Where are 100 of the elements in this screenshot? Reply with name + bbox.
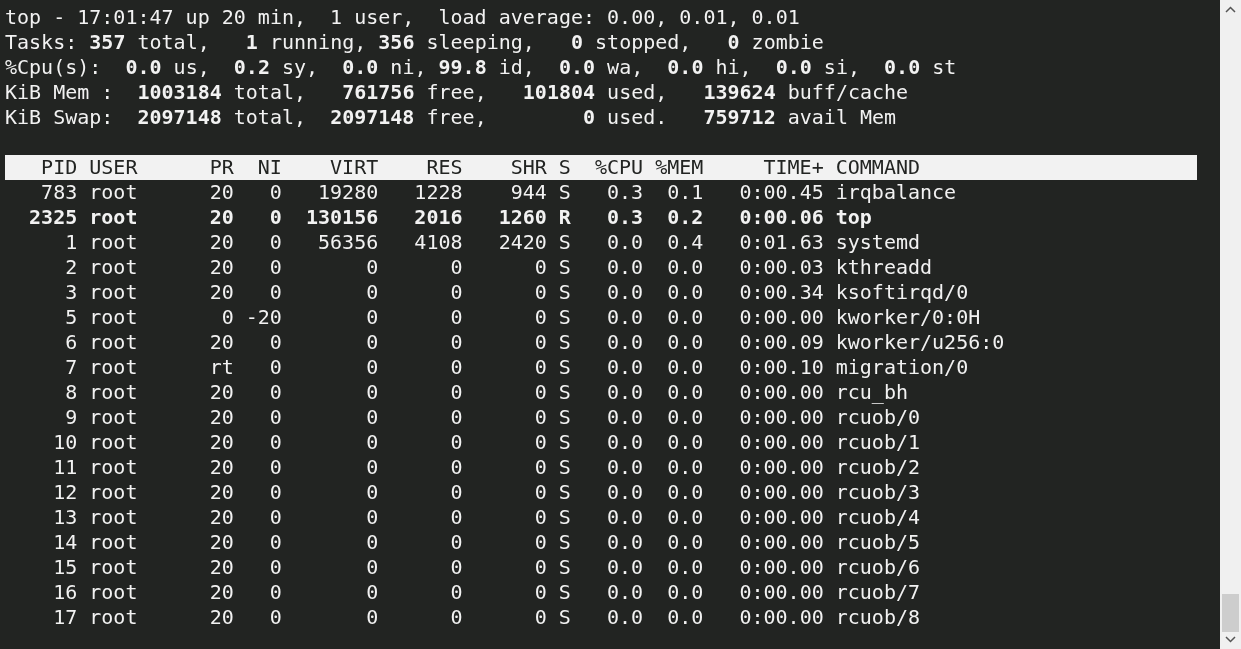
column-header: NI	[256, 155, 282, 180]
table-cell-text: S	[557, 355, 571, 380]
table-cell-text: 0.0	[606, 505, 644, 530]
table-cell-text: 0	[365, 430, 379, 455]
summary-line: %Cpu(s): 0.0 us, 0.2 sy, 0.0 ni, 99.8 id, 0.0 wa, 0.0 hi, 0.0 si, 0.0 st	[5, 55, 957, 79]
table-cell-text: 6	[64, 330, 78, 355]
table-cell-text: 0.0	[606, 405, 644, 430]
table-cell-text: 0	[268, 330, 282, 355]
table-cell-text: S	[557, 605, 571, 630]
table-cell-text: 0	[365, 530, 379, 555]
table-cell-text: 0:01.63	[738, 230, 824, 255]
table-cell-text: root	[88, 555, 139, 580]
table-cell-text: 0	[268, 205, 282, 230]
table-cell-text: 0	[449, 330, 463, 355]
scrollbar-track[interactable]	[1220, 0, 1241, 649]
table-cell-text: 2325	[28, 205, 78, 230]
summary-line: Tasks: 357 total, 1 running, 356 sleeping, 0 stopped, 0 zombie	[5, 30, 824, 54]
table-cell-text: 0	[449, 255, 463, 280]
table-cell-text: S	[557, 505, 571, 530]
table-cell-text: 0	[268, 405, 282, 430]
table-cell-text: S	[557, 430, 571, 455]
column-header: PID	[40, 155, 78, 180]
table-cell-text: 20	[208, 430, 234, 455]
table-cell-text: 20	[208, 605, 234, 630]
table-cell-text: 0:00.00	[738, 580, 824, 605]
table-cell-text: 0	[365, 480, 379, 505]
table-cell-text: 0	[533, 580, 547, 605]
table-cell-text: root	[88, 530, 139, 555]
table-cell-text: 0	[268, 455, 282, 480]
table-cell-text: 0.0	[606, 580, 644, 605]
table-cell-text: 0:00.03	[738, 255, 824, 280]
table-cell-text: 0	[268, 230, 282, 255]
table-cell-text: 0.0	[606, 280, 644, 305]
table-cell-text: 20	[208, 230, 234, 255]
table-cell-text: 0.0	[666, 605, 704, 630]
table-cell-text: S	[557, 305, 571, 330]
table-cell-text: 0	[365, 330, 379, 355]
table-cell-text: kworker/u256:0	[834, 330, 1005, 355]
table-cell-text: 7	[64, 355, 78, 380]
table-cell-text: rcuob/4	[834, 505, 921, 530]
table-cell-text: rcu_bh	[834, 380, 908, 405]
table-cell-text: 0:00.00	[738, 555, 824, 580]
table-cell-text: 0:00.00	[738, 430, 824, 455]
table-cell-text: 2016	[413, 205, 463, 230]
column-header: %MEM	[654, 155, 704, 180]
table-cell-text: 0	[220, 305, 234, 330]
table-cell-text: 0	[533, 455, 547, 480]
table-cell-text: root	[88, 205, 139, 230]
table-cell-text: 0	[268, 555, 282, 580]
table-cell-text: 8	[64, 380, 78, 405]
table-cell-text: 0	[449, 555, 463, 580]
column-header: S	[557, 155, 571, 180]
table-cell-text: S	[557, 455, 571, 480]
table-cell-text: 13	[52, 505, 78, 530]
table-cell-text: 0	[268, 430, 282, 455]
table-cell-text: 0	[365, 455, 379, 480]
table-cell-text: -20	[244, 305, 282, 330]
table-cell-text: 0	[449, 430, 463, 455]
table-cell-text: 0.0	[666, 530, 704, 555]
table-cell-text: 0	[268, 505, 282, 530]
summary-line: top - 17:01:47 up 20 min, 1 user, load average: 0.00, 0.01, 0.01	[5, 5, 800, 29]
table-cell-text: root	[88, 180, 139, 205]
table-cell-text: 0	[268, 580, 282, 605]
table-cell-text: systemd	[834, 230, 921, 255]
table-cell-text: 0	[533, 280, 547, 305]
table-cell-text: 0	[365, 355, 379, 380]
table-cell-text: 2420	[497, 230, 547, 255]
table-cell-text: S	[557, 330, 571, 355]
table-cell-text: 944	[509, 180, 547, 205]
table-cell-text: 20	[208, 455, 234, 480]
table-cell-text: 11	[52, 455, 78, 480]
table-cell-text: 0.0	[666, 280, 704, 305]
column-header: USER	[88, 155, 139, 180]
table-cell-text: 0	[268, 280, 282, 305]
table-cell-text: 0	[449, 355, 463, 380]
table-cell-text: 3	[64, 280, 78, 305]
table-cell-text: 0.0	[606, 305, 644, 330]
table-cell-text: 0	[365, 605, 379, 630]
summary-line: KiB Mem : 1003184 total, 761756 free, 101804 used, 139624 buff/cache	[5, 80, 909, 104]
table-cell-text: 0:00.00	[738, 480, 824, 505]
table-cell-text: 0	[449, 380, 463, 405]
scrollbar-thumb[interactable]	[1222, 594, 1239, 632]
table-cell-text: 0	[268, 355, 282, 380]
table-cell-text: root	[88, 255, 139, 280]
table-cell-text: 0.0	[606, 330, 644, 355]
table-cell-text: S	[557, 480, 571, 505]
table-cell-text: 20	[208, 530, 234, 555]
table-cell-text: 0.0	[666, 480, 704, 505]
table-cell-text: 0	[365, 580, 379, 605]
table-cell-text: 0:00.09	[738, 330, 824, 355]
chevron-down-icon[interactable]	[1225, 636, 1236, 643]
table-cell-text: root	[88, 405, 139, 430]
table-cell-text: 10	[52, 430, 78, 455]
column-header: SHR	[509, 155, 547, 180]
table-cell-text: 0	[533, 480, 547, 505]
table-cell-text: kworker/0:0H	[834, 305, 981, 330]
table-cell-text: 0.3	[606, 205, 644, 230]
table-cell-text: 0	[365, 280, 379, 305]
chevron-up-icon[interactable]	[1225, 6, 1236, 13]
table-cell-text: rcuob/1	[834, 430, 921, 455]
